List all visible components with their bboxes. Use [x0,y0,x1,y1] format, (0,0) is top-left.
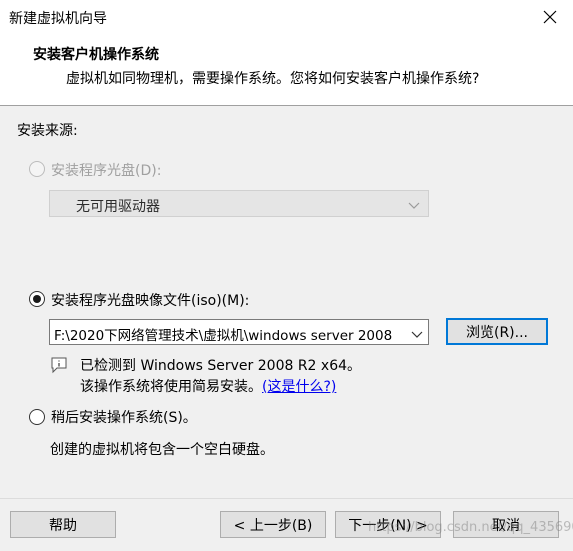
radio-install-later-label: 稍后安装操作系统(S)。 [51,410,197,426]
easy-install-text: 该操作系统将使用简易安装。 [80,379,262,395]
detect-result-text: 已检测到 Windows Server 2008 R2 x64。 [80,358,362,374]
wizard-header: 安装客户机操作系统 虚拟机如同物理机，需要操作系统。您将如何安装客户机操作系统? [0,34,573,106]
page-description: 虚拟机如同物理机，需要操作系统。您将如何安装客户机操作系统? [66,71,480,87]
radio-install-iso[interactable] [29,291,45,307]
chevron-down-icon [408,198,420,214]
radio-install-iso-label: 安装程序光盘映像文件(iso)(M): [51,293,250,309]
iso-path-combobox[interactable]: F:\2020下网络管理技术\虚拟机\windows server 2008 [49,319,429,345]
disc-drive-select: 无可用驱动器 [49,190,429,217]
disc-drive-value: 无可用驱动器 [76,199,160,215]
cancel-button[interactable]: 取消 [453,511,559,538]
close-icon[interactable] [537,6,563,28]
whats-this-link[interactable]: (这是什么?) [262,379,336,395]
radio-install-disc[interactable] [29,161,45,177]
easy-install-line: 该操作系统将使用简易安装。(这是什么?) [80,376,336,396]
radio-install-later[interactable] [29,409,45,425]
next-button[interactable]: 下一步(N) > [335,511,441,538]
page-heading: 安装客户机操作系统 [33,47,159,63]
info-icon [50,356,68,374]
install-source-label: 安装来源: [17,123,78,139]
help-button[interactable]: 帮助 [10,511,116,538]
blank-disk-note: 创建的虚拟机将包含一个空白硬盘。 [50,442,274,458]
back-button[interactable]: < 上一步(B) [220,511,326,538]
radio-install-disc-label: 安装程序光盘(D): [51,163,162,179]
browse-button[interactable]: 浏览(R)... [446,318,548,345]
window-title: 新建虚拟机向导 [9,11,107,27]
iso-path-value[interactable]: F:\2020下网络管理技术\虚拟机\windows server 2008 [54,324,406,344]
chevron-down-icon[interactable] [411,327,423,343]
new-vm-wizard-window: 新建虚拟机向导 安装客户机操作系统 虚拟机如同物理机，需要操作系统。您将如何安装… [0,0,573,551]
title-bar: 新建虚拟机向导 [0,0,573,34]
